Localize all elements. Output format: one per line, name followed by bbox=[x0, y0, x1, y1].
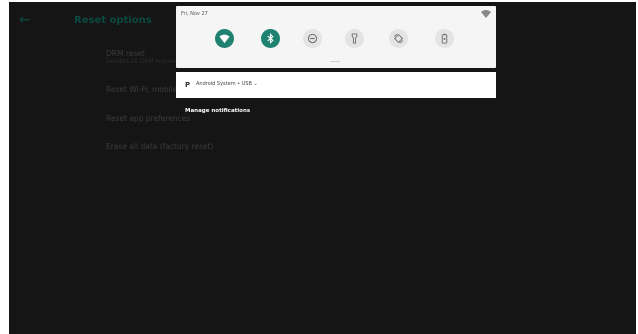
setting-subtitle: Deletes all DRM licenses bbox=[106, 58, 180, 65]
battery-saver-tile[interactable] bbox=[435, 29, 454, 48]
battery-saver-icon bbox=[441, 33, 448, 44]
page-title: Reset options bbox=[74, 15, 152, 26]
quick-settings-panel: Fri, Nov 27 bbox=[176, 6, 496, 68]
setting-title: Reset app preferences bbox=[106, 114, 191, 123]
date-text: Fri, Nov 27 bbox=[181, 11, 208, 17]
wifi-status-icon bbox=[481, 10, 491, 18]
wifi-icon bbox=[219, 34, 230, 44]
wifi-tile[interactable] bbox=[215, 29, 234, 48]
flashlight-tile[interactable] bbox=[345, 29, 364, 48]
android-system-icon: P bbox=[185, 81, 191, 89]
do-not-disturb-tile[interactable] bbox=[303, 29, 322, 48]
bluetooth-icon bbox=[267, 33, 274, 44]
notification-header: Android System • USB ⌄ bbox=[196, 81, 258, 87]
setting-title: Erase all data (factory reset) bbox=[106, 142, 214, 151]
setting-factory-reset[interactable]: Erase all data (factory reset) bbox=[106, 142, 213, 151]
auto-rotate-icon bbox=[393, 33, 404, 44]
setting-reset-app-preferences[interactable]: Reset app preferences bbox=[106, 114, 190, 123]
setting-title: DRM reset bbox=[106, 49, 145, 58]
flashlight-icon bbox=[351, 33, 358, 44]
bluetooth-tile[interactable] bbox=[261, 29, 280, 48]
notification-card[interactable]: P Android System • USB ⌄ bbox=[176, 72, 496, 98]
manage-notifications-button[interactable]: Manage notifications bbox=[185, 108, 250, 114]
do-not-disturb-icon bbox=[307, 33, 318, 44]
shade-drag-handle[interactable] bbox=[330, 61, 340, 62]
auto-rotate-tile[interactable] bbox=[389, 29, 408, 48]
setting-drm-reset[interactable]: DRM reset Deletes all DRM licenses bbox=[106, 49, 180, 66]
arrow-left-icon[interactable]: ← bbox=[19, 13, 31, 27]
